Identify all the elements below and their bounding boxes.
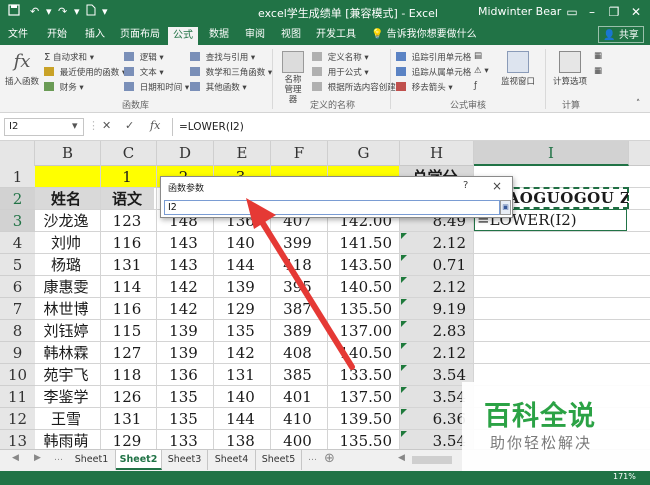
add-sheet-icon[interactable]: ⊕ bbox=[324, 451, 335, 466]
baike-watermark: 百科全说 助你轻松解决 bbox=[462, 382, 650, 471]
horizontal-scrollbar[interactable] bbox=[412, 456, 452, 464]
zoom-level[interactable]: 171% bbox=[613, 472, 636, 481]
sheet-tab-5[interactable]: Sheet5 bbox=[256, 450, 302, 470]
sheet-tab-4[interactable]: Sheet4 bbox=[208, 450, 256, 470]
status-bar: 171% bbox=[0, 471, 650, 485]
prev-sheet-icon[interactable]: ◀ bbox=[12, 453, 19, 463]
sheet-tab-2[interactable]: Sheet2 bbox=[116, 450, 162, 470]
scroll-left-icon[interactable]: ◀ bbox=[398, 453, 405, 463]
watermark-title: 百科全说 bbox=[484, 401, 596, 432]
more-sheets-icon[interactable]: … bbox=[308, 453, 317, 463]
excel-window: ↶ ▾ ↷ ▾ ▾ excel学生成绩单 [兼容模式] - Excel Midw… bbox=[0, 0, 650, 485]
watermark-subtitle: 助你轻松解决 bbox=[490, 434, 593, 452]
sheet-tab-1[interactable]: Sheet1 bbox=[68, 450, 116, 470]
next-sheet-icon[interactable]: ▶ bbox=[34, 453, 41, 463]
more-sheets-icon[interactable]: … bbox=[54, 453, 63, 463]
sheet-tab-3[interactable]: Sheet3 bbox=[162, 450, 208, 470]
